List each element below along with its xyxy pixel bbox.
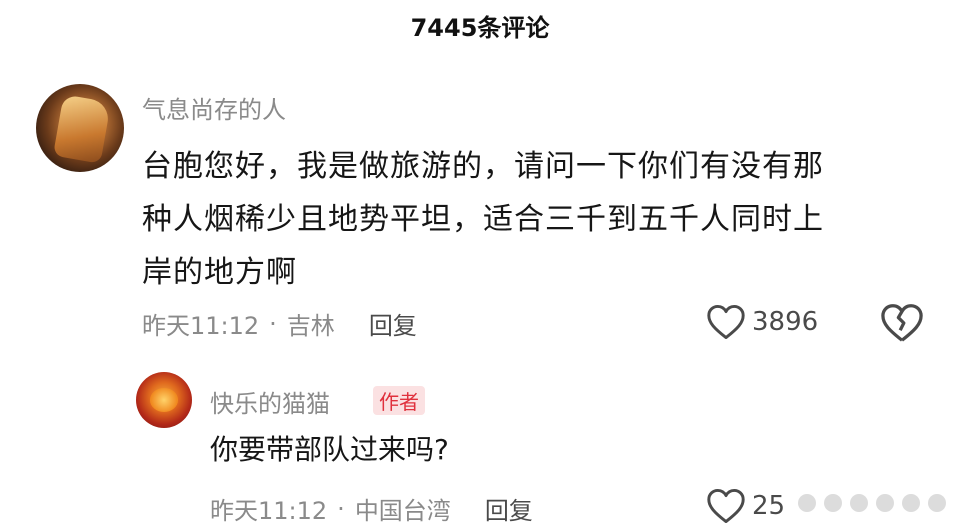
reply-meta: 昨天11:12 · 中国台湾 回复 <box>210 491 533 525</box>
heart-outline-icon <box>707 304 745 340</box>
comment-meta: 昨天11:12 · 吉林 回复 <box>142 306 417 341</box>
like-count: 3896 <box>752 307 819 337</box>
author-badge: 作者 <box>373 386 425 415</box>
reply-time: 昨天11:12 <box>210 497 328 525</box>
reply-location: 中国台湾 <box>354 497 451 525</box>
comment-location: 吉林 <box>286 312 335 340</box>
watermark-dot <box>902 494 920 512</box>
comment-line: 种人烟稀少且地势平坦，适合三千到五千人同时上 <box>142 202 824 237</box>
reply-reply-button[interactable]: 回复 <box>485 491 533 525</box>
comment-count-title: 7445条评论 <box>410 13 550 42</box>
comment-username[interactable]: 气息尚存的人 <box>142 90 286 125</box>
comment-text: 台胞您好，我是做旅游的，请问一下你们有没有那 种人烟稀少且地势平坦，适合三千到五… <box>142 140 932 299</box>
comment-line: 台胞您好，我是做旅游的，请问一下你们有没有那 <box>142 149 824 184</box>
comments-header: 7445条评论 <box>0 0 960 50</box>
watermark-dot <box>928 494 946 512</box>
reply-like-count: 25 <box>752 491 786 521</box>
heart-outline-icon <box>707 488 745 524</box>
reply-text: 你要带部队过来吗? <box>210 433 449 466</box>
reply-button[interactable]: 回复 <box>369 306 417 341</box>
reply-avatar[interactable] <box>136 372 192 428</box>
watermark-dot <box>850 494 868 512</box>
like-button[interactable]: 3896 <box>706 304 818 340</box>
reply-like-button[interactable]: 25 <box>706 488 785 524</box>
watermark-dot <box>824 494 842 512</box>
reply-username[interactable]: 快乐的猫猫 <box>210 384 330 419</box>
watermark-dots <box>798 494 946 512</box>
avatar[interactable] <box>36 84 124 172</box>
comment-time: 昨天11:12 <box>142 312 260 340</box>
watermark-dot <box>876 494 894 512</box>
separator-dot: · <box>269 309 277 338</box>
separator-dot: · <box>337 494 345 523</box>
comment-line: 岸的地方啊 <box>142 255 297 290</box>
broken-heart-icon <box>881 304 923 342</box>
dislike-button[interactable] <box>880 303 924 347</box>
watermark-dot <box>798 494 816 512</box>
